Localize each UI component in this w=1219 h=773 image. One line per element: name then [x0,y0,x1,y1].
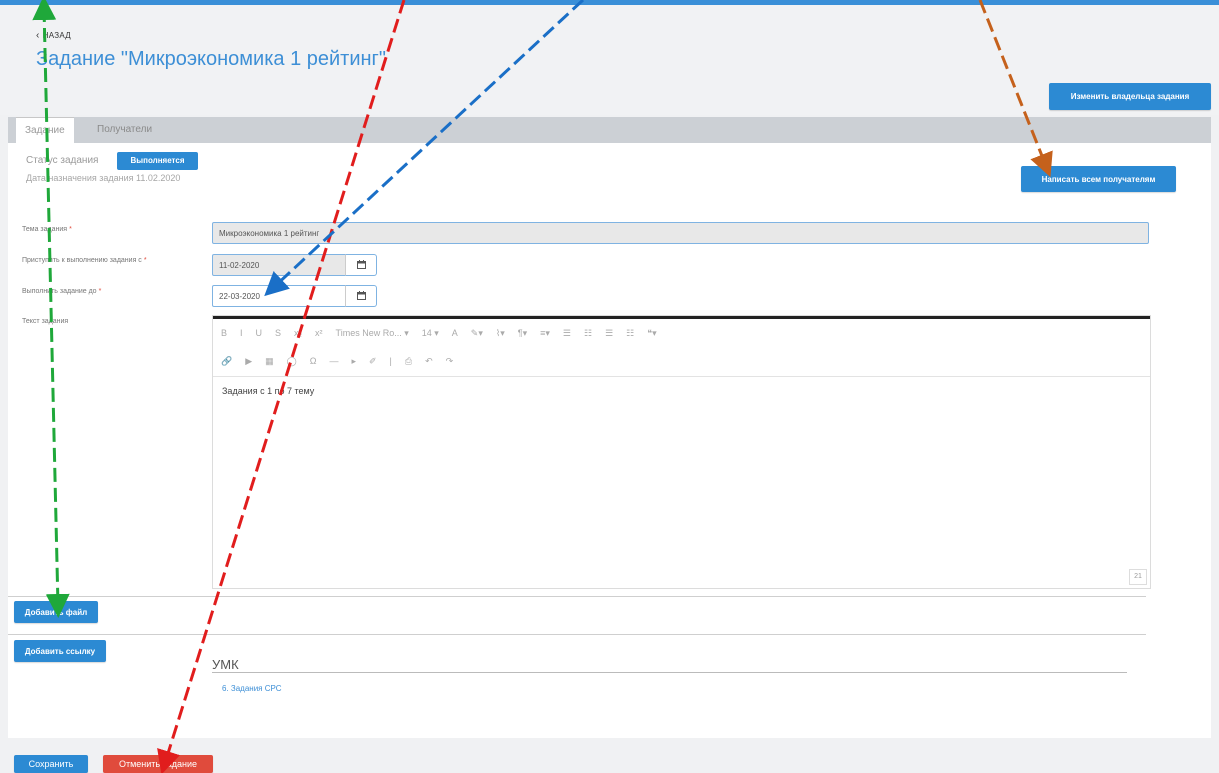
page-title: Задание "Микроэкономика 1 рейтинг" [36,48,386,70]
editor-content[interactable]: Задания с 1 по 7 тему [222,386,314,396]
toolbar-button[interactable]: — [329,356,338,366]
toolbar-button[interactable]: ↶ [425,356,433,367]
toolbar-button[interactable]: ☰ [563,328,571,339]
editor-toolbar-row-1: B I U Sx₂ x² Times New Ro... ▾ 14 ▾ A ✎▾ ⌇▾ ¶▾ ≡▾ ☰ ☷… [221,328,670,348]
calendar-icon [357,291,366,300]
toolbar-button[interactable]: ↷ [446,356,454,367]
chevron-left-icon: ‹ [36,30,40,41]
write-all-recipients-button[interactable]: Написать всем получателям [1021,166,1176,192]
required-mark: * [143,257,147,264]
cancel-task-button[interactable]: Отменить задание [103,755,213,773]
toolbar-button[interactable]: ▶ [245,356,252,367]
toolbar-button[interactable]: 🔗 [221,356,232,367]
required-mark: * [98,288,102,295]
divider [8,596,1146,597]
toolbar-button[interactable]: ✎▾ [471,328,483,339]
assign-date: Дата назначения задания 11.02.2020 [26,173,181,183]
word-count: 21 [1129,569,1147,585]
toolbar-button[interactable]: ▸ [351,356,356,367]
toolbar-button[interactable]: B [221,328,227,338]
required-mark: * [69,226,72,233]
editor-toolbar-row-2: 🔗 ▶ ▦ ◯ Ω — ▸ ✐ | ⎙ ↶ ↷ [221,356,466,376]
start-date-calendar-button[interactable] [345,254,377,276]
toolbar-button[interactable]: ☰ [605,328,613,339]
toolbar-button[interactable]: ☷ [626,328,634,339]
due-date-label-text: Выполнить задание до [22,288,97,295]
start-date-input[interactable]: 11-02-2020 [212,254,347,276]
due-date-input[interactable]: 22-03-2020 [212,285,347,307]
editor-separator [213,376,1150,377]
umk-title: УМК [212,657,239,672]
toolbar-button[interactable]: ≡▾ [540,328,550,339]
rich-text-editor: B I U Sx₂ x² Times New Ro... ▾ 14 ▾ A ✎▾ ⌇▾ ¶▾ ≡▾ ☰ ☷… [212,315,1151,589]
start-date-label: Приступить к выполнению задания с * [22,257,147,264]
topic-input[interactable]: Микроэкономика 1 рейтинг [212,222,1149,244]
add-link-button[interactable]: Добавить ссылку [14,640,106,662]
toolbar-button[interactable]: 14 ▾ [422,328,439,339]
back-link[interactable]: ‹ НАЗАД [36,30,71,41]
tab-task[interactable]: Задание [16,117,74,144]
toolbar-button[interactable]: | [390,356,392,366]
toolbar-button[interactable]: Ω [310,356,317,366]
task-text-label: Текст задания [22,318,69,325]
tab-recipients[interactable]: Получатели [88,117,161,143]
back-label: НАЗАД [42,31,72,40]
toolbar-button[interactable]: x₂ [294,328,302,338]
umk-link[interactable]: 6. Задания СРС [222,684,282,693]
toolbar-button[interactable]: S [275,328,281,338]
toolbar-button[interactable]: I [240,328,243,338]
calendar-icon [357,260,366,269]
due-date-calendar-button[interactable] [345,285,377,307]
status-badge: Выполняется [117,152,198,170]
toolbar-button[interactable]: ▦ [265,356,274,367]
toolbar-button[interactable]: A [452,328,458,338]
editor-top-border [213,316,1150,319]
status-label: Статус задания [26,155,99,166]
tab-bar: Задание Получатели [8,117,1211,144]
start-date-label-text: Приступить к выполнению задания с [22,257,142,264]
umk-divider [212,672,1127,673]
toolbar-button[interactable]: U [256,328,263,338]
toolbar-button[interactable]: ◯ [287,356,297,367]
divider [8,634,1146,635]
toolbar-button[interactable]: x² [315,328,323,338]
due-date-label: Выполнить задание до * [22,288,101,295]
save-button[interactable]: Сохранить [14,755,88,773]
toolbar-button[interactable]: ✐ [369,356,377,367]
toolbar-button[interactable]: ☷ [584,328,592,339]
toolbar-button[interactable]: ¶▾ [518,328,527,339]
topic-label: Тема задания * [22,226,72,233]
topic-label-text: Тема задания [22,226,68,233]
toolbar-button[interactable]: ⌇▾ [496,328,505,339]
toolbar-button[interactable]: Times New Ro... ▾ [336,328,409,339]
add-file-button[interactable]: Добавить файл [14,601,98,623]
toolbar-button[interactable]: ⎙ [405,356,412,367]
change-owner-button[interactable]: Изменить владельца задания [1049,83,1211,110]
toolbar-button[interactable]: ❝▾ [647,328,656,339]
